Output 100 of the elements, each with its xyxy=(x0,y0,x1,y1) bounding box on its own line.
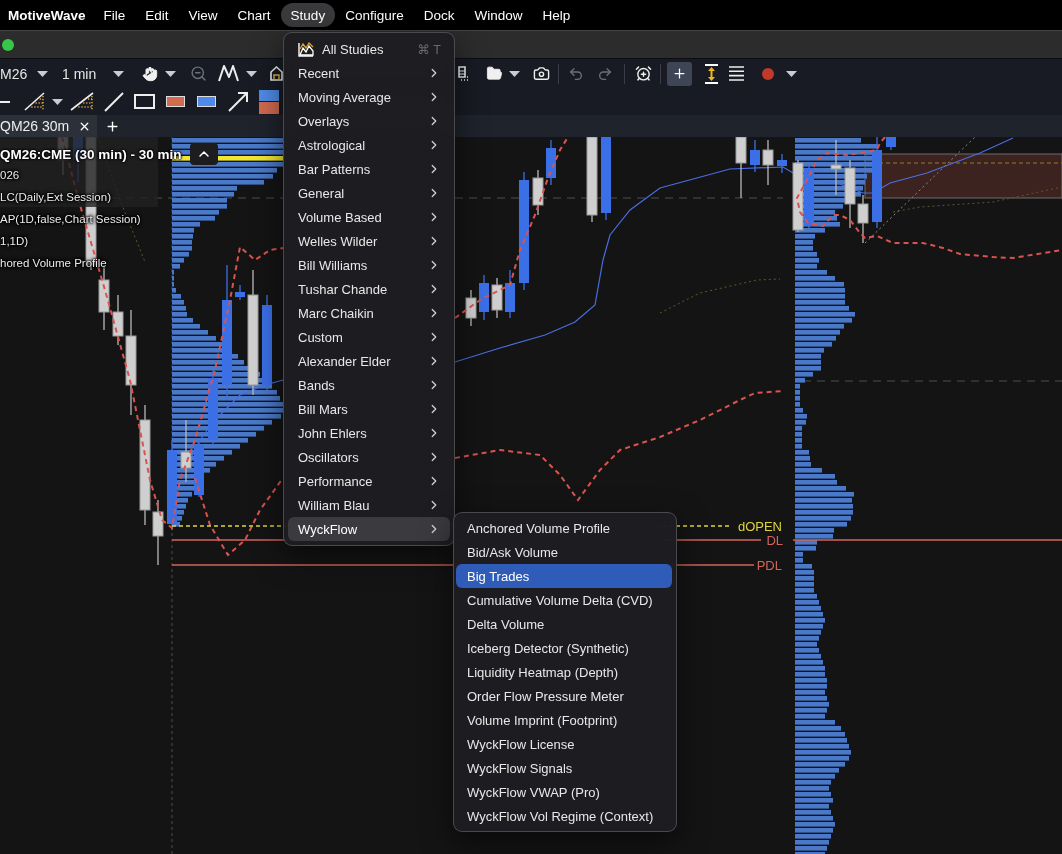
menu-bar-item[interactable]: Configure xyxy=(335,3,414,27)
menu-item[interactable]: Marc Chaikin xyxy=(288,301,450,325)
dotted-triangle-icon[interactable] xyxy=(70,92,94,111)
menu-item[interactable]: Alexander Elder xyxy=(288,349,450,373)
menu-bar-item[interactable]: Edit xyxy=(135,3,179,27)
candlestick xyxy=(857,194,869,244)
symbol-dropdown[interactable]: M26 xyxy=(0,61,48,86)
candlestick xyxy=(762,139,774,186)
rectangle-icon[interactable] xyxy=(134,94,155,109)
arrow-icon[interactable] xyxy=(228,91,249,112)
table-icon[interactable] xyxy=(458,65,469,82)
horizontal-line-icon[interactable] xyxy=(0,100,10,103)
menu-item[interactable]: Performance xyxy=(288,469,450,493)
caret-icon[interactable] xyxy=(52,98,63,105)
zoom-out-icon[interactable] xyxy=(190,65,207,82)
candlestick xyxy=(844,159,856,229)
menu-bar-item[interactable]: Help xyxy=(532,3,581,27)
menu-item[interactable]: Bid/Ask Volume xyxy=(456,540,672,564)
undo-icon[interactable] xyxy=(568,65,584,82)
hand-icon[interactable] xyxy=(142,65,158,82)
menu-item[interactable]: WyckFlow Vol Regime (Context) xyxy=(456,804,672,828)
menu-bar-item[interactable]: Window xyxy=(464,3,533,27)
candlestick xyxy=(180,419,192,483)
filled-rectangle-icon[interactable] xyxy=(166,96,185,107)
menu-item[interactable]: WyckFlow License xyxy=(456,732,672,756)
plus-icon xyxy=(672,66,687,81)
level-label: PDL xyxy=(756,558,782,573)
menu-bar-item[interactable]: View xyxy=(178,3,228,27)
candlestick xyxy=(465,289,477,327)
menu-bar-item[interactable]: Study xyxy=(280,3,336,27)
menu-item[interactable]: General xyxy=(288,181,450,205)
menu-item[interactable]: Liquidity Heatmap (Depth) xyxy=(456,660,672,684)
menu-item[interactable]: WyckFlow xyxy=(288,517,450,541)
app-menu[interactable]: MotiveWave xyxy=(8,3,86,27)
menu-item[interactable]: WyckFlow Signals xyxy=(456,756,672,780)
menu-item[interactable]: Overlays xyxy=(288,109,450,133)
chart-title: QM26:CME (30 min) - 30 min xyxy=(0,147,182,163)
redo-icon[interactable] xyxy=(597,65,613,82)
stacked-rectangles-icon[interactable] xyxy=(259,89,279,114)
shortcut-label: ⌘ T xyxy=(417,41,441,57)
window-zoom-button[interactable] xyxy=(2,38,14,51)
caret-icon xyxy=(37,70,48,77)
caret-icon[interactable] xyxy=(246,70,257,77)
crosshair-button[interactable] xyxy=(667,61,692,86)
menu-item[interactable]: Recent xyxy=(288,61,450,85)
menu-item[interactable]: Astrological xyxy=(288,133,450,157)
menu-item[interactable]: WyckFlow VWAP (Pro) xyxy=(456,780,672,804)
candlestick xyxy=(886,137,896,151)
menu-item[interactable]: Bill Mars xyxy=(288,397,450,421)
candlestick xyxy=(532,169,544,216)
zigzag-icon[interactable] xyxy=(218,65,239,82)
camera-icon[interactable] xyxy=(533,65,550,82)
study-legend-text: LC(Daily,Ext Session) xyxy=(0,190,112,205)
caret-icon[interactable] xyxy=(165,70,176,77)
candlestick xyxy=(735,137,747,199)
candlestick xyxy=(546,139,556,186)
menu-item[interactable]: Big Trades xyxy=(456,564,672,588)
record-dot-icon[interactable] xyxy=(762,67,774,80)
chart-tab[interactable]: QM26 30m xyxy=(0,115,97,137)
menu-item[interactable]: Anchored Volume Profile xyxy=(456,516,672,540)
menu-item[interactable]: Bands xyxy=(288,373,450,397)
interval-dropdown[interactable]: 1 min xyxy=(62,61,124,86)
menu-bar-item[interactable]: File xyxy=(93,3,136,27)
caret-icon[interactable] xyxy=(509,70,520,77)
filled-rectangle-icon[interactable] xyxy=(197,96,216,107)
house-icon[interactable] xyxy=(270,66,283,81)
menu-item[interactable]: Delta Volume xyxy=(456,612,672,636)
caret-icon[interactable] xyxy=(786,70,797,77)
dotted-triangle-icon[interactable] xyxy=(24,92,45,111)
vertical-arrows-icon[interactable] xyxy=(705,63,718,84)
folder-icon[interactable] xyxy=(486,65,503,82)
menu-item[interactable]: Custom xyxy=(288,325,450,349)
collapse-button[interactable] xyxy=(190,143,218,165)
menu-item[interactable]: Bill Williams xyxy=(288,253,450,277)
menu-item[interactable]: Order Flow Pressure Meter xyxy=(456,684,672,708)
menu-item[interactable]: Iceberg Detector (Synthetic) xyxy=(456,636,672,660)
menu-item[interactable]: Cumulative Volume Delta (CVD) xyxy=(456,588,672,612)
candlestick xyxy=(235,284,245,301)
horizontal-lines-icon[interactable] xyxy=(729,66,744,81)
plus-icon xyxy=(105,118,120,134)
menu-bar-item[interactable]: Dock xyxy=(413,3,465,27)
menu-item[interactable]: William Blau xyxy=(288,493,450,517)
candlestick xyxy=(505,269,515,319)
line-icon[interactable] xyxy=(104,91,124,112)
menu-item[interactable]: Oscillators xyxy=(288,445,450,469)
candlestick xyxy=(777,153,787,174)
study-legend-text: hored Volume Profile xyxy=(0,256,108,271)
menu-item[interactable]: Volume Based xyxy=(288,205,450,229)
menu-bar-item[interactable]: Chart xyxy=(227,3,281,27)
menu-item[interactable]: Moving Average xyxy=(288,85,450,109)
alarm-clock-icon[interactable] xyxy=(635,65,652,82)
menu-item[interactable]: All Studies ⌘ T xyxy=(288,37,450,61)
menu-item[interactable]: Volume Imprint (Footprint) xyxy=(456,708,672,732)
menu-item[interactable]: Tushar Chande xyxy=(288,277,450,301)
menu-item[interactable]: Bar Patterns xyxy=(288,157,450,181)
menu-item[interactable]: Welles Wilder xyxy=(288,229,450,253)
menu-item[interactable]: John Ehlers xyxy=(288,421,450,445)
mountain-chart-icon xyxy=(298,41,314,57)
study-legend-text: 026 xyxy=(0,168,21,183)
candlestick xyxy=(750,139,760,173)
